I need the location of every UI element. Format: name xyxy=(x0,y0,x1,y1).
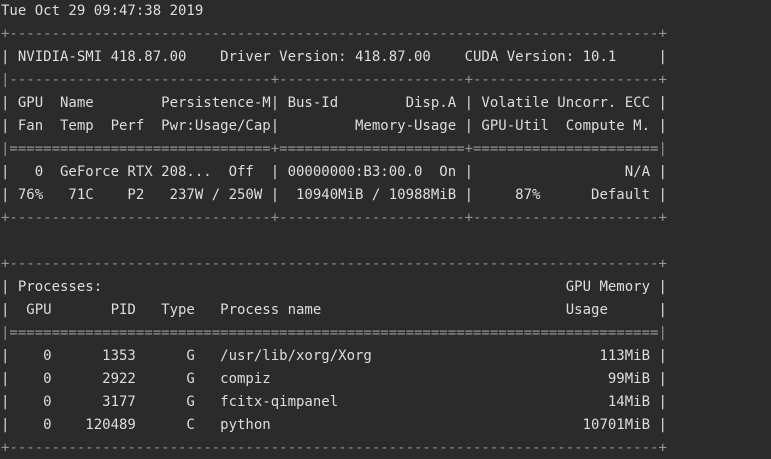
processes-bottom-border: +---------------------------------------… xyxy=(1,440,667,456)
processes-header-separator: |=======================================… xyxy=(1,325,667,341)
table-bottom-border: +-------------------------------+-------… xyxy=(1,210,667,226)
gpu-column-header-row-2: | Fan Temp Perf Pwr:Usage/Cap| Memory-Us… xyxy=(1,118,667,134)
gpu-0-row-1: | 0 GeForce RTX 208... Off | 00000000:B3… xyxy=(1,164,667,180)
gpu-column-header-row-1: | GPU Name Persistence-M| Bus-Id Disp.A … xyxy=(1,95,667,111)
process-row-3177: | 0 3177 G fcitx-qimpanel 14MiB | xyxy=(1,394,667,410)
table-header-separator: |===============================+=======… xyxy=(1,141,667,157)
processes-top-border: +---------------------------------------… xyxy=(1,256,667,272)
gpu-0-row-2: | 76% 71C P2 237W / 250W | 10940MiB / 10… xyxy=(1,187,667,203)
process-row-2922: | 0 2922 G compiz 99MiB | xyxy=(1,371,667,387)
terminal-window[interactable]: Tue Oct 29 09:47:38 2019 +--------------… xyxy=(0,0,771,459)
table-divider: |-------------------------------+-------… xyxy=(1,72,667,88)
table-top-border: +---------------------------------------… xyxy=(1,26,667,42)
process-row-1353: | 0 1353 G /usr/lib/xorg/Xorg 113MiB | xyxy=(1,348,667,364)
processes-column-header-row: | GPU PID Type Process name Usage | xyxy=(1,302,667,318)
processes-title-row: | Processes: GPU Memory | xyxy=(1,279,667,295)
version-header-row: | NVIDIA-SMI 418.87.00 Driver Version: 4… xyxy=(1,49,667,65)
process-row-120489: | 0 120489 C python 10701MiB | xyxy=(1,417,667,433)
timestamp-line: Tue Oct 29 09:47:38 2019 xyxy=(1,3,204,19)
